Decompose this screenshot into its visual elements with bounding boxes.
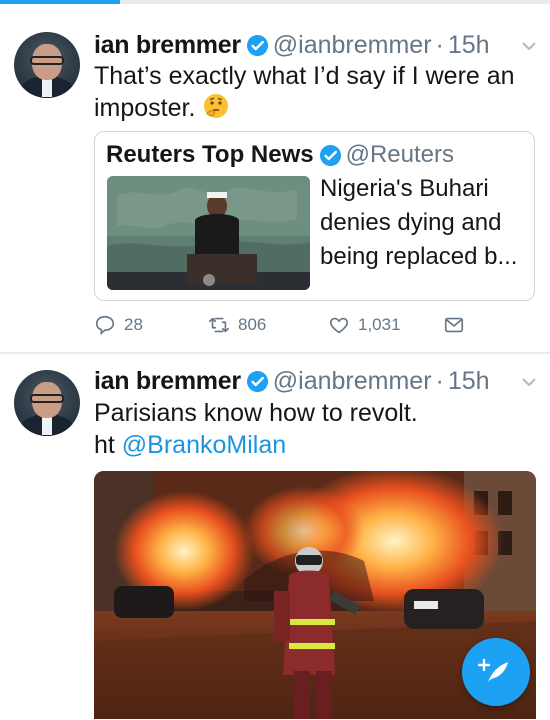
compose-tweet-icon bbox=[478, 658, 508, 682]
author-handle[interactable]: @ianbremmer bbox=[273, 367, 432, 396]
reply-count: 28 bbox=[124, 315, 143, 334]
direct-message-button[interactable] bbox=[443, 314, 473, 336]
tweet-text: Parisians know how to revolt. ht @Branko… bbox=[94, 397, 534, 461]
author-handle[interactable]: @ianbremmer bbox=[273, 31, 432, 60]
thinking-face-icon bbox=[204, 94, 229, 118]
author-name[interactable]: ian bremmer bbox=[94, 367, 241, 396]
tweet-actions: 28 806 1,031 bbox=[94, 314, 534, 344]
chevron-down-icon[interactable] bbox=[521, 374, 537, 390]
heart-icon bbox=[329, 317, 349, 334]
tweet-body-line: Parisians know how to revolt. bbox=[94, 399, 418, 427]
avatar[interactable] bbox=[14, 370, 80, 436]
compose-tweet-button[interactable] bbox=[462, 638, 530, 706]
mention-link[interactable]: @BrankoMilan bbox=[122, 431, 286, 459]
tweet-header: ian bremmer @ianbremmer · 15h bbox=[94, 364, 490, 398]
separator-dot: · bbox=[435, 366, 444, 395]
active-tab-underline bbox=[0, 0, 120, 4]
retweet-button[interactable]: 806 bbox=[208, 314, 266, 336]
separator-dot: · bbox=[435, 30, 444, 59]
tweet-body-line: ht @BrankoMilan bbox=[94, 429, 534, 461]
verified-badge-icon bbox=[319, 144, 341, 166]
tweet-timestamp[interactable]: 15h bbox=[448, 367, 490, 396]
tweet-body-prefix: ht bbox=[94, 431, 122, 459]
avatar[interactable] bbox=[14, 32, 80, 98]
author-name[interactable]: ian bremmer bbox=[94, 31, 241, 60]
quoted-tweet[interactable]: Reuters Top News @Reuters Nigeria's Buha… bbox=[94, 131, 535, 301]
reply-icon bbox=[95, 315, 115, 336]
reply-button[interactable]: 28 bbox=[94, 314, 143, 336]
like-button[interactable]: 1,031 bbox=[328, 314, 401, 336]
like-count: 1,031 bbox=[358, 315, 401, 334]
tweet-body: That’s exactly what I’d say if I were an… bbox=[94, 62, 515, 122]
tweet-divider bbox=[0, 352, 550, 354]
quoted-tweet-text: Nigeria's Buhari denies dying and being … bbox=[320, 175, 518, 270]
retweet-count: 806 bbox=[238, 315, 267, 334]
tweet-header: ian bremmer @ianbremmer · 15h bbox=[94, 28, 490, 62]
envelope-icon bbox=[444, 317, 464, 333]
verified-badge-icon bbox=[246, 34, 268, 56]
tweet-timestamp[interactable]: 15h bbox=[448, 31, 490, 60]
quoted-author-name: Reuters Top News bbox=[106, 141, 314, 168]
retweet-icon bbox=[209, 317, 229, 333]
timeline-tab-indicator bbox=[0, 0, 550, 4]
verified-badge-icon bbox=[246, 370, 268, 392]
tweet[interactable]: ian bremmer @ianbremmer · 15h That’s exa… bbox=[0, 14, 550, 352]
quoted-tweet-header: Reuters Top News @Reuters bbox=[106, 141, 454, 169]
tweet-text: That’s exactly what I’d say if I were an… bbox=[94, 60, 534, 124]
chevron-down-icon[interactable] bbox=[521, 38, 537, 54]
quoted-author-handle: @Reuters bbox=[345, 141, 455, 168]
quoted-tweet-image bbox=[107, 176, 310, 290]
